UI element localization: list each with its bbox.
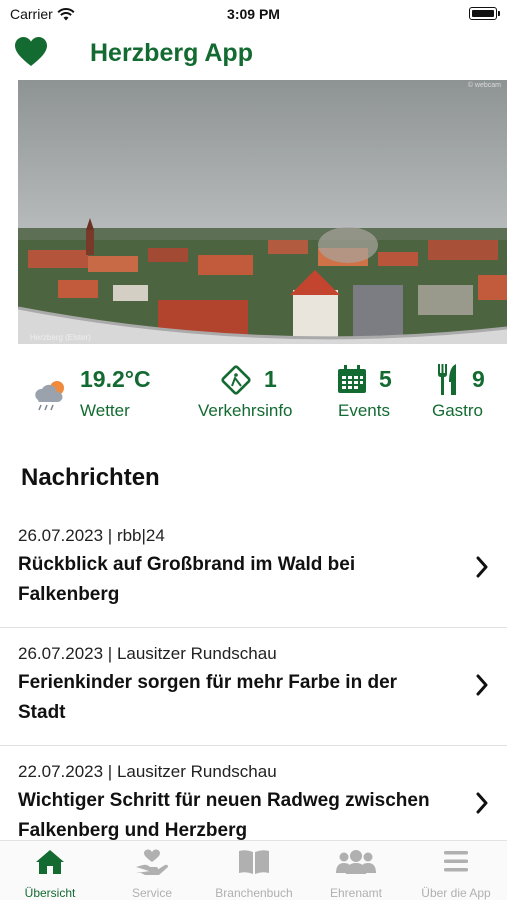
- cloud-sun-rain-icon: [35, 381, 64, 411]
- info-bar: 19.2°C Wetter 1 Verkehrsinfo 5 Events 9 …: [0, 362, 507, 424]
- news-item[interactable]: 26.07.2023 | Lausitzer Rundschau Ferienk…: [0, 640, 507, 744]
- traffic-tile[interactable]: 1 Verkehrsinfo: [198, 362, 308, 424]
- news-headline: Rückblick auf Großbrand im Wald bei Falk…: [18, 550, 458, 610]
- tab-label: Ehrenamt: [329, 886, 383, 900]
- tab-bar: Übersicht Service Branchenbuch Ehrenamt: [0, 840, 507, 900]
- tab-label: Übersicht: [24, 886, 76, 900]
- news-headline-line: Wichtiger Schritt für neuen Radweg zwisc…: [18, 790, 430, 811]
- divider: [0, 627, 507, 628]
- news-meta: 26.07.2023 | rbb|24: [18, 526, 165, 545]
- tab-ueber-die-app[interactable]: Über die App: [408, 841, 504, 900]
- gastro-tile[interactable]: 9 Gastro: [432, 362, 492, 424]
- roadwork-sign-icon: [221, 365, 251, 395]
- news-meta: 26.07.2023 | Lausitzer Rundschau: [18, 644, 277, 663]
- divider: [0, 745, 507, 746]
- clock: 3:09 PM: [227, 6, 280, 22]
- tab-branchenbuch[interactable]: Branchenbuch: [206, 841, 302, 900]
- webcam-caption: Herzberg (Elster): [30, 333, 91, 342]
- events-label: Events: [338, 401, 390, 420]
- news-item[interactable]: 26.07.2023 | rbb|24 Rückblick auf Großbr…: [0, 522, 507, 626]
- webcam-image[interactable]: © webcam Herzberg (Elster): [18, 80, 507, 344]
- weather-label: Wetter: [80, 401, 130, 420]
- traffic-value: 1: [264, 366, 277, 392]
- news-headline-line: Stadt: [18, 702, 66, 723]
- weather-tile[interactable]: 19.2°C Wetter: [30, 362, 180, 424]
- tab-label: Service: [131, 886, 172, 900]
- tab-label: Branchenbuch: [215, 886, 293, 900]
- hand-heart-icon: [136, 849, 168, 875]
- news-headline-line: Falkenberg und Herzberg: [18, 820, 248, 840]
- book-icon: [239, 850, 269, 874]
- chevron-right-icon: [476, 792, 488, 814]
- gastro-value: 9: [472, 366, 485, 392]
- weather-value: 19.2°C: [80, 366, 151, 392]
- fork-knife-icon: [438, 364, 456, 395]
- news-headline-line: Rückblick auf Großbrand im Wald bei: [18, 554, 356, 575]
- news-headline-line: Ferienkinder sorgen für mehr Farbe in de…: [18, 672, 398, 693]
- status-bar: Carrier 3:09 PM: [0, 0, 507, 30]
- town-panorama: [18, 80, 507, 344]
- tab-ehrenamt[interactable]: Ehrenamt: [308, 841, 404, 900]
- home-icon: [36, 850, 64, 874]
- app-header: Herzberg App: [0, 34, 507, 74]
- chevron-right-icon: [476, 556, 488, 578]
- calendar-icon: [338, 365, 366, 393]
- news-headline: Ferienkinder sorgen für mehr Farbe in de…: [18, 668, 458, 728]
- chevron-right-icon: [476, 674, 488, 696]
- tab-service[interactable]: Service: [104, 841, 200, 900]
- events-tile[interactable]: 5 Events: [336, 362, 406, 424]
- events-value: 5: [379, 366, 392, 392]
- people-icon: [336, 850, 376, 874]
- tab-label: Über die App: [421, 886, 491, 900]
- webcam-credit: © webcam: [467, 82, 501, 89]
- traffic-label: Verkehrsinfo: [198, 401, 293, 420]
- heart-icon[interactable]: [14, 36, 48, 70]
- news-headline: Wichtiger Schritt für neuen Radweg zwisc…: [18, 786, 458, 840]
- gastro-label: Gastro: [432, 401, 484, 420]
- app-title: Herzberg App: [90, 39, 253, 67]
- tab-uebersicht[interactable]: Übersicht: [2, 841, 98, 900]
- news-item[interactable]: 22.07.2023 | Lausitzer Rundschau Wichtig…: [0, 758, 507, 840]
- news-meta: 22.07.2023 | Lausitzer Rundschau: [18, 762, 277, 781]
- news-section-title: Nachrichten: [21, 464, 160, 491]
- menu-icon: [444, 851, 468, 872]
- news-headline-line: Falkenberg: [18, 584, 120, 605]
- battery-icon: [469, 7, 500, 20]
